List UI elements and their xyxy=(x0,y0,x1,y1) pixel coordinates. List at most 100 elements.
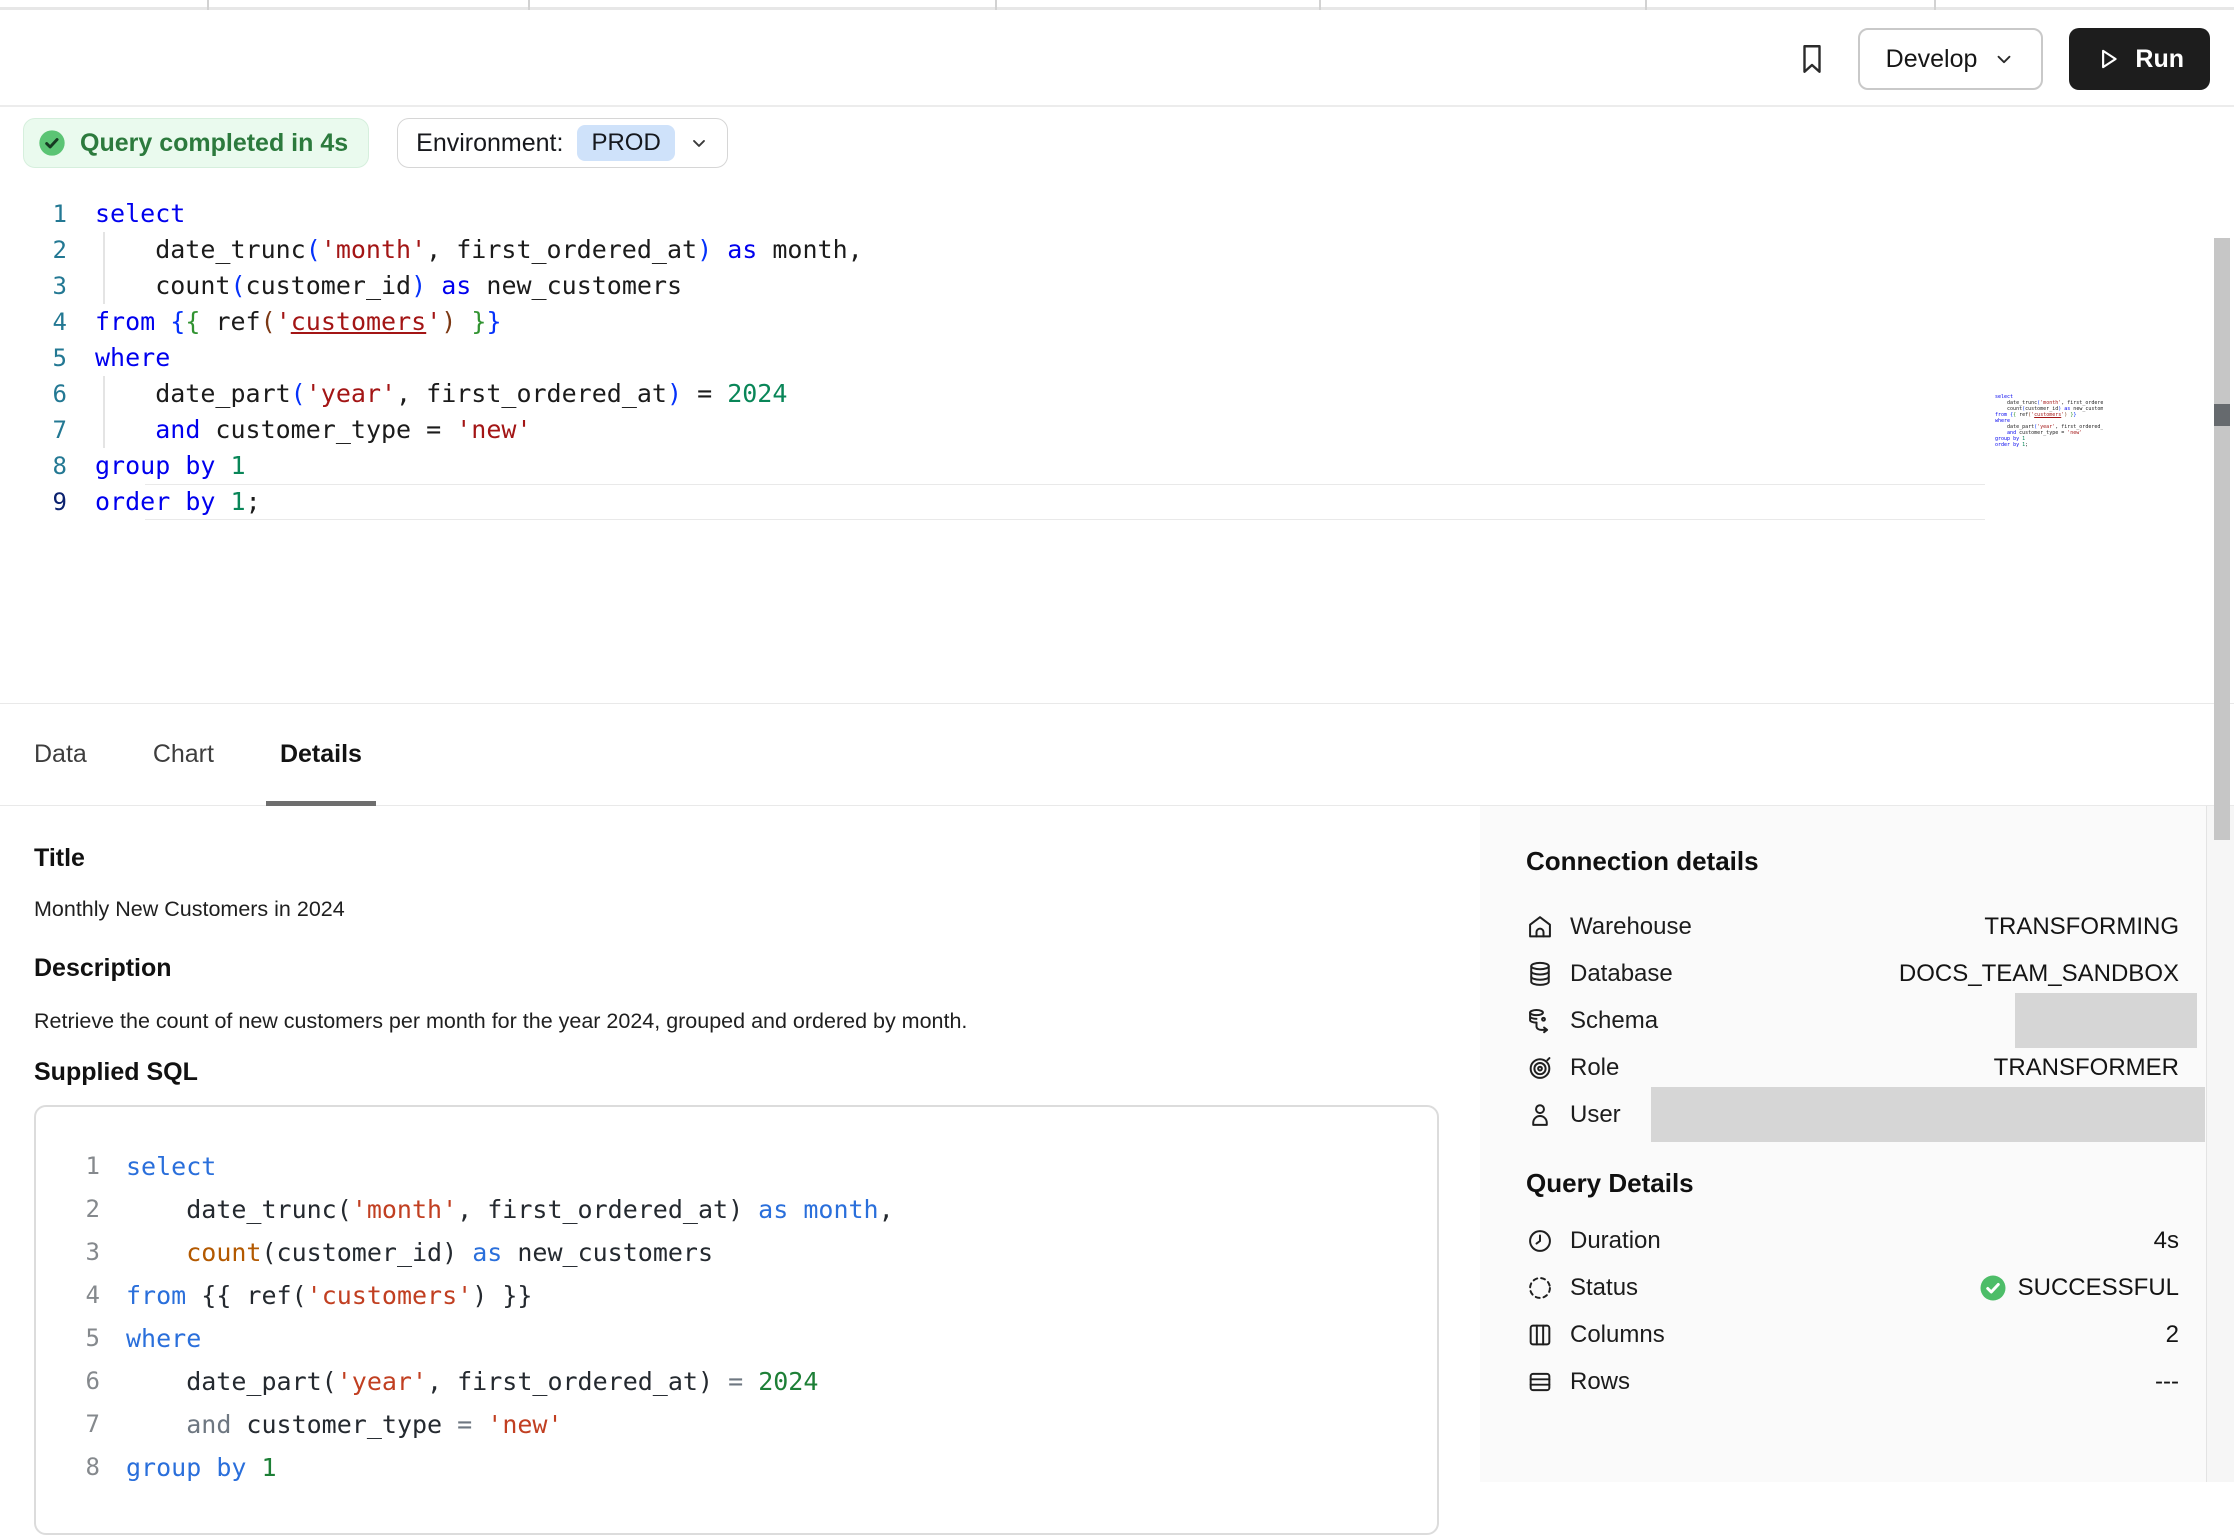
title-label: Title xyxy=(34,844,1440,873)
supplied-sql-line: 2 date_trunc('month', first_ordered_at) … xyxy=(36,1188,1437,1231)
window-tab-strip xyxy=(0,0,2234,10)
line-number: 9 xyxy=(0,484,95,520)
row-value: 4s xyxy=(2154,1227,2179,1255)
supplied-sql-line: 5where xyxy=(36,1317,1437,1360)
editor-line: 3 count(customer_id) as new_customers xyxy=(0,268,2234,304)
code-text: date_trunc('month', first_ordered_at) as… xyxy=(95,232,863,268)
line-number: 5 xyxy=(0,340,95,376)
check-circle-icon xyxy=(36,127,68,159)
columns-row: Columns 2 xyxy=(1526,1311,2179,1358)
toolbar: Develop Run xyxy=(0,13,2234,107)
vertical-scrollbar[interactable] xyxy=(2214,238,2230,840)
code-text: group by 1 xyxy=(95,448,246,484)
scrollbar-thumb[interactable] xyxy=(2214,404,2230,426)
code-text: where xyxy=(126,1317,201,1360)
results-tab-bar: Data Chart Details xyxy=(0,703,2234,806)
tab-divider xyxy=(207,0,209,10)
line-number: 4 xyxy=(0,304,95,340)
chevron-down-icon xyxy=(1993,48,2015,70)
tab-details[interactable]: Details xyxy=(280,703,362,806)
tab-chart[interactable]: Chart xyxy=(153,703,214,806)
sql-editor[interactable]: 1select2 date_trunc('month', first_order… xyxy=(0,196,2234,703)
query-status-badge: Query completed in 4s xyxy=(23,118,369,168)
code-text: group by 1 xyxy=(126,1446,277,1489)
row-value: DOCS_TEAM_SANDBOX xyxy=(1899,960,2179,988)
warehouse-icon xyxy=(1526,912,1556,942)
develop-dropdown-button[interactable]: Develop xyxy=(1858,28,2044,90)
editor-line: 6 date_part('year', first_ordered_at) = … xyxy=(0,376,2234,412)
row-label: Rows xyxy=(1570,1368,1630,1396)
query-status-text: Query completed in 4s xyxy=(80,129,348,158)
rows-icon xyxy=(1526,1367,1556,1397)
panel-scroll-gutter[interactable] xyxy=(2206,806,2234,1482)
connection-panel: Connection details WarehouseTRANSFORMING… xyxy=(1480,806,2234,1482)
status-row: Status SUCCESSFUL xyxy=(1526,1264,2179,1311)
code-text: date_part('year', first_ordered_at) = 20… xyxy=(95,376,787,412)
editor-minimap[interactable]: select date_trunc('month', first_ordered… xyxy=(1995,394,2103,448)
row-label: Schema xyxy=(1570,1007,1658,1035)
code-text: date_trunc('month', first_ordered_at) as… xyxy=(126,1188,894,1231)
environment-label: Environment: xyxy=(416,129,563,158)
environment-selector[interactable]: Environment: PROD xyxy=(397,118,728,168)
code-text: count(customer_id) as new_customers xyxy=(126,1231,713,1274)
chevron-down-icon xyxy=(689,133,709,153)
editor-line: 1select xyxy=(0,196,2234,232)
row-value: --- xyxy=(2155,1368,2179,1396)
develop-label: Develop xyxy=(1886,45,1978,74)
rows-row: Rows --- xyxy=(1526,1358,2179,1405)
row-label: Database xyxy=(1570,960,1673,988)
user-row: User xyxy=(1526,1091,2179,1138)
line-number: 2 xyxy=(36,1188,126,1231)
code-text: date_part('year', first_ordered_at) = 20… xyxy=(126,1360,818,1403)
warehouse-row: WarehouseTRANSFORMING xyxy=(1526,903,2179,950)
row-label: Warehouse xyxy=(1570,913,1692,941)
row-value: 2 xyxy=(2166,1321,2179,1349)
line-number: 6 xyxy=(0,376,95,412)
bookmark-icon[interactable] xyxy=(1792,39,1832,79)
line-number: 6 xyxy=(36,1360,126,1403)
row-label: User xyxy=(1570,1101,1621,1129)
description-value: Retrieve the count of new customers per … xyxy=(34,1009,1440,1034)
code-text: where xyxy=(95,340,170,376)
duration-row: Duration4s xyxy=(1526,1217,2179,1264)
user-icon xyxy=(1526,1100,1556,1130)
role-icon xyxy=(1526,1053,1556,1083)
editor-line: 2 date_trunc('month', first_ordered_at) … xyxy=(0,232,2234,268)
status-value: SUCCESSFUL xyxy=(1978,1273,2179,1303)
check-circle-icon xyxy=(1978,1273,2008,1303)
environment-value-pill: PROD xyxy=(577,125,674,161)
tab-data[interactable]: Data xyxy=(34,703,87,806)
supplied-sql-label: Supplied SQL xyxy=(34,1058,1440,1087)
database-icon xyxy=(1526,959,1556,989)
details-panel: Title Monthly New Customers in 2024 Desc… xyxy=(0,806,1480,1482)
tab-divider xyxy=(995,0,997,10)
description-label: Description xyxy=(34,954,1440,983)
columns-icon xyxy=(1526,1320,1556,1350)
supplied-sql-line: 4from {{ ref('customers') }} xyxy=(36,1274,1437,1317)
editor-line: 4from {{ ref('customers') }} xyxy=(0,304,2234,340)
play-icon xyxy=(2095,46,2121,72)
line-number: 5 xyxy=(36,1317,126,1360)
clock-icon xyxy=(1526,1226,1556,1256)
supplied-sql-line: 1select xyxy=(36,1145,1437,1188)
connection-details-heading: Connection details xyxy=(1526,846,2179,877)
row-label: Columns xyxy=(1570,1321,1665,1349)
line-number: 7 xyxy=(36,1403,126,1446)
schema-icon xyxy=(1526,1006,1556,1036)
role-row: RoleTRANSFORMER xyxy=(1526,1044,2179,1091)
code-text: and customer_type = 'new' xyxy=(126,1403,563,1446)
line-number: 2 xyxy=(0,232,95,268)
line-number: 8 xyxy=(0,448,95,484)
row-label: Status xyxy=(1570,1274,1638,1302)
code-text: order by 1; xyxy=(95,484,261,520)
run-label: Run xyxy=(2135,45,2184,74)
line-number: 4 xyxy=(36,1274,126,1317)
code-text: and customer_type = 'new' xyxy=(95,412,532,448)
line-number: 8 xyxy=(36,1446,126,1489)
run-button[interactable]: Run xyxy=(2069,28,2210,90)
line-number: 3 xyxy=(36,1231,126,1274)
tab-divider xyxy=(528,0,530,10)
line-number: 1 xyxy=(36,1145,126,1188)
redacted-value xyxy=(1651,1087,2205,1142)
editor-line: 9order by 1; xyxy=(0,484,2234,520)
